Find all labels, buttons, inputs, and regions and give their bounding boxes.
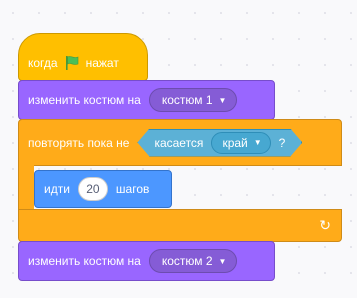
repeat-until-label: повторять пока не — [28, 135, 130, 150]
caret-down-icon: ▼ — [253, 138, 262, 147]
repeat-block-bottom: ↻ — [18, 209, 342, 242]
switch-costume-block-2[interactable]: изменить костюм на костюм 2 ▼ — [18, 241, 275, 281]
switch-costume-label: изменить костюм на — [28, 254, 141, 268]
when-label: когда — [28, 56, 58, 70]
touching-condition-block[interactable]: касается край ▼ ? — [137, 129, 302, 157]
script-area: когда нажат изменить костюм на костюм 1 … — [0, 0, 357, 298]
loop-arrow-icon: ↻ — [319, 217, 331, 233]
costume-dropdown-2[interactable]: костюм 2 ▼ — [148, 249, 238, 273]
switch-costume-block-1[interactable]: изменить костюм на костюм 1 ▼ — [18, 80, 275, 120]
costume-dropdown-1[interactable]: костюм 1 ▼ — [148, 88, 238, 112]
steps-unit-label: шагов — [115, 182, 150, 196]
costume-value: костюм 2 — [161, 254, 213, 268]
when-flag-clicked-block[interactable]: когда нажат — [18, 33, 148, 81]
steps-input[interactable]: 20 — [77, 177, 108, 201]
touching-target-value: край — [222, 135, 248, 150]
touching-label: касается — [154, 135, 204, 150]
repeat-until-block[interactable]: повторять пока не касается край ▼ ? — [18, 119, 342, 166]
caret-down-icon: ▼ — [218, 95, 227, 105]
move-steps-block[interactable]: идти 20 шагов — [34, 170, 172, 208]
switch-costume-label: изменить костюм на — [28, 93, 141, 107]
caret-down-icon: ▼ — [218, 256, 227, 266]
clicked-label: нажат — [85, 56, 119, 70]
touching-target-dropdown[interactable]: край ▼ — [211, 132, 270, 154]
costume-value: костюм 1 — [161, 93, 213, 107]
green-flag-icon — [64, 55, 80, 71]
move-label: идти — [44, 182, 70, 196]
repeat-block-arm — [18, 165, 34, 210]
question-mark: ? — [278, 135, 286, 150]
